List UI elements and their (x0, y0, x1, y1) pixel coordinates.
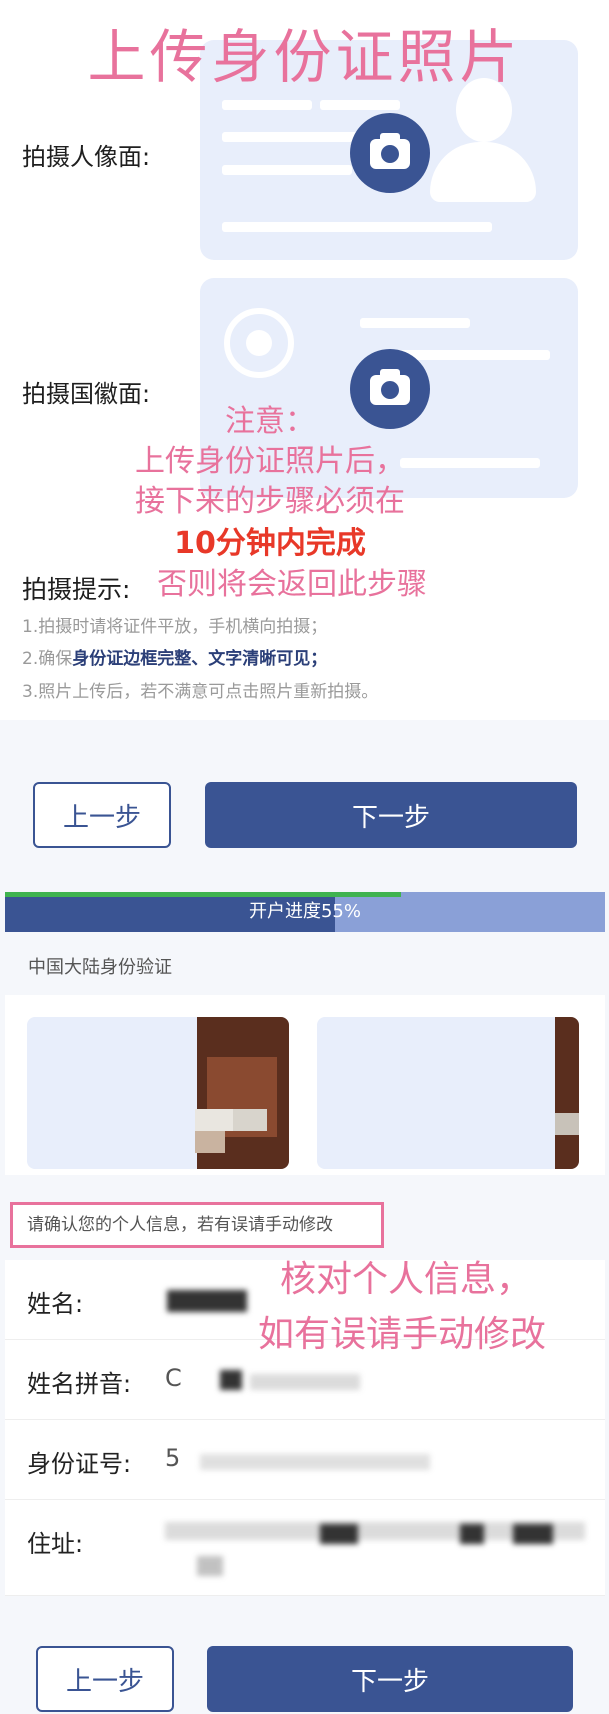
page: 上传身份证照片 拍摄人像面: 拍摄国徽面: 注意： 上传身份证照片后， 接下来的… (0, 0, 609, 1714)
upload-title-annotation: 上传身份证照片 (87, 23, 522, 91)
notice-line: 否则将会返回此步骤 (157, 567, 427, 602)
id-photo-back[interactable] (317, 1017, 579, 1169)
check-info-annotation: 核对个人信息， (280, 1259, 533, 1300)
id-photo-front[interactable] (27, 1017, 289, 1169)
prev-step-button[interactable]: 上一步 (36, 1646, 174, 1712)
prev-step-button[interactable]: 上一步 (33, 782, 171, 848)
card-line (222, 165, 352, 175)
redacted-value (200, 1454, 430, 1470)
tip-item: 3.照片上传后，若不满意可点击照片重新拍摄。 (22, 682, 379, 702)
id-photo-area (5, 995, 605, 1175)
info-row-address[interactable]: 住址: (5, 1500, 605, 1596)
notice-deadline: 10分钟内完成 (174, 526, 366, 561)
photo-content (195, 1131, 225, 1153)
tip-item: 1.拍摄时请将证件平放，手机横向拍摄； (22, 617, 328, 637)
info-label: 姓名拼音: (27, 1370, 132, 1398)
info-row-id-number[interactable]: 身份证号: 5 (5, 1420, 605, 1500)
info-value[interactable]: C (165, 1364, 182, 1392)
verify-screen: 开户进度55% 中国大陆身份验证 请确认您的个人信息，若有误请手动修改 姓名: (0, 880, 609, 1714)
next-step-button[interactable]: 下一步 (207, 1646, 573, 1712)
card-line (360, 318, 470, 328)
national-emblem-icon (224, 308, 294, 378)
redacted-value (320, 1524, 358, 1544)
front-side-label: 拍摄人像面: (22, 143, 151, 171)
progress-bar: 开户进度55% (5, 892, 605, 932)
redacted-value (197, 1556, 223, 1576)
confirm-info-note: 请确认您的个人信息，若有误请手动修改 (10, 1202, 384, 1248)
card-line (320, 100, 400, 110)
progress-text: 开户进度55% (248, 901, 361, 922)
photo-content (555, 1017, 579, 1169)
next-step-button[interactable]: 下一步 (205, 782, 577, 848)
upload-area: 上传身份证照片 拍摄人像面: 拍摄国徽面: 注意： 上传身份证照片后， 接下来的… (0, 0, 609, 720)
card-line (222, 222, 492, 232)
info-label: 姓名: (27, 1290, 84, 1318)
camera-icon[interactable] (350, 113, 430, 193)
notice-line: 接下来的步骤必须在 (135, 484, 405, 519)
tip-text: 2.确保 (22, 649, 73, 669)
notice-line: 上传身份证照片后， (135, 444, 405, 479)
upload-screen: 上传身份证照片 拍摄人像面: 拍摄国徽面: 注意： 上传身份证照片后， 接下来的… (0, 0, 609, 880)
photo-content (233, 1109, 267, 1131)
redacted-value (220, 1370, 242, 1390)
info-label: 身份证号: (27, 1450, 132, 1478)
info-value[interactable]: 5 (165, 1444, 180, 1472)
tip-emphasis: 身份证边框完整、文字清晰可见； (72, 649, 328, 669)
redacted-value (250, 1374, 360, 1390)
tip-title: 拍摄提示: (22, 575, 131, 604)
notice-line: 注意： (225, 404, 315, 439)
card-line (222, 100, 312, 110)
redacted-value (167, 1290, 247, 1312)
photo-content (555, 1113, 579, 1135)
check-info-annotation: 如有误请手动修改 (258, 1314, 547, 1355)
redacted-value (460, 1524, 484, 1544)
section-title: 中国大陆身份验证 (28, 957, 172, 978)
redacted-value (513, 1524, 553, 1544)
info-label: 住址: (27, 1530, 84, 1558)
photo-content (195, 1109, 235, 1131)
tip-item: 2.确保身份证边框完整、文字清晰可见； (22, 644, 327, 669)
